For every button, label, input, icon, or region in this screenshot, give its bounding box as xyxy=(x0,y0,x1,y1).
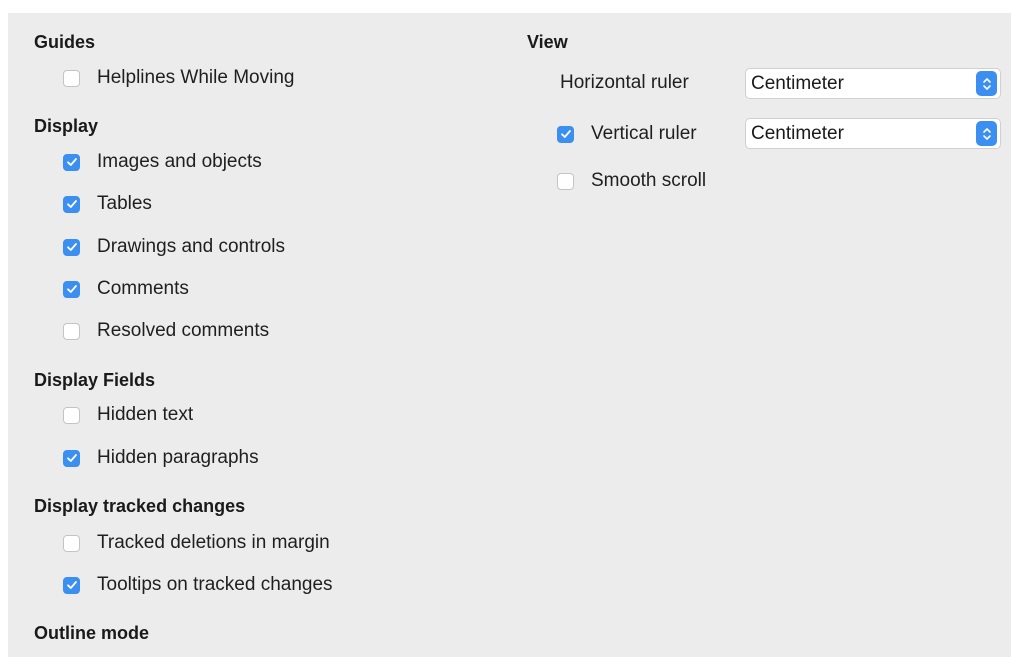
tracked-deletions-checkbox-row[interactable]: Tracked deletions in margin xyxy=(63,530,330,556)
hidden-text-checkbox[interactable] xyxy=(63,406,80,424)
vertical-ruler-checkbox[interactable] xyxy=(557,125,574,143)
tooltips-tracked-checkbox-row[interactable]: Tooltips on tracked changes xyxy=(63,572,333,598)
checkmark-icon xyxy=(66,158,77,166)
tracked-deletions-label: Tracked deletions in margin xyxy=(97,532,330,553)
smooth-scroll-label: Smooth scroll xyxy=(591,170,707,191)
outline-mode-heading: Outline mode xyxy=(34,623,150,643)
smooth-scroll-checkbox-row[interactable]: Smooth scroll xyxy=(557,168,706,194)
checkmark-icon xyxy=(560,130,571,138)
vertical-ruler-label: Vertical ruler xyxy=(591,123,697,144)
hidden-text-checkbox-row[interactable]: Hidden text xyxy=(63,402,193,428)
hidden-paragraphs-checkbox[interactable] xyxy=(63,449,80,467)
checkmark-icon xyxy=(66,200,77,208)
horizontal-ruler-unit-value: Centimeter xyxy=(751,72,844,94)
checkmark-icon xyxy=(66,285,77,293)
helplines-label: Helplines While Moving xyxy=(97,67,295,88)
helplines-checkbox-row[interactable]: Helplines While Moving xyxy=(63,65,294,91)
guides-heading: Guides xyxy=(34,32,96,52)
images-objects-label: Images and objects xyxy=(97,151,262,172)
comments-checkbox[interactable] xyxy=(63,280,80,298)
vertical-ruler-checkbox-row[interactable]: Vertical ruler xyxy=(557,121,697,147)
display-heading: Display xyxy=(34,116,99,136)
checkmark-icon xyxy=(66,454,77,462)
display-fields-heading: Display Fields xyxy=(34,370,156,390)
drawings-controls-checkbox-row[interactable]: Drawings and controls xyxy=(63,234,285,260)
images-objects-checkbox-row[interactable]: Images and objects xyxy=(63,149,262,175)
resolved-comments-checkbox[interactable] xyxy=(63,322,80,340)
up-down-chevron-icon[interactable] xyxy=(976,121,997,146)
images-objects-checkbox[interactable] xyxy=(63,153,80,171)
hidden-paragraphs-checkbox-row[interactable]: Hidden paragraphs xyxy=(63,445,259,471)
comments-label: Comments xyxy=(97,278,189,299)
smooth-scroll-checkbox[interactable] xyxy=(557,172,574,190)
view-heading: View xyxy=(527,32,568,52)
hidden-paragraphs-label: Hidden paragraphs xyxy=(97,447,259,468)
tables-checkbox[interactable] xyxy=(63,195,80,213)
checkmark-icon xyxy=(66,581,77,589)
resolved-comments-checkbox-row[interactable]: Resolved comments xyxy=(63,318,269,344)
hidden-text-label: Hidden text xyxy=(97,404,194,425)
helplines-checkbox[interactable] xyxy=(63,69,80,87)
horizontal-ruler-label: Horizontal ruler xyxy=(560,72,689,93)
tooltips-tracked-label: Tooltips on tracked changes xyxy=(97,574,333,595)
tables-checkbox-row[interactable]: Tables xyxy=(63,191,152,217)
drawings-controls-label: Drawings and controls xyxy=(97,236,285,257)
tracked-changes-heading: Display tracked changes xyxy=(34,496,246,516)
checkmark-icon xyxy=(66,243,77,251)
vertical-ruler-unit-select[interactable]: Centimeter xyxy=(745,118,1001,149)
comments-checkbox-row[interactable]: Comments xyxy=(63,276,189,302)
horizontal-ruler-unit-select[interactable]: Centimeter xyxy=(745,68,1001,99)
tracked-deletions-checkbox[interactable] xyxy=(63,534,80,552)
up-down-chevron-icon[interactable] xyxy=(976,71,997,96)
options-panel: Guides Helplines While Moving Display Im… xyxy=(8,13,1011,657)
tables-label: Tables xyxy=(97,193,152,214)
vertical-ruler-unit-value: Centimeter xyxy=(751,122,844,144)
drawings-controls-checkbox[interactable] xyxy=(63,238,80,256)
resolved-comments-label: Resolved comments xyxy=(97,320,270,341)
tooltips-tracked-checkbox[interactable] xyxy=(63,576,80,594)
